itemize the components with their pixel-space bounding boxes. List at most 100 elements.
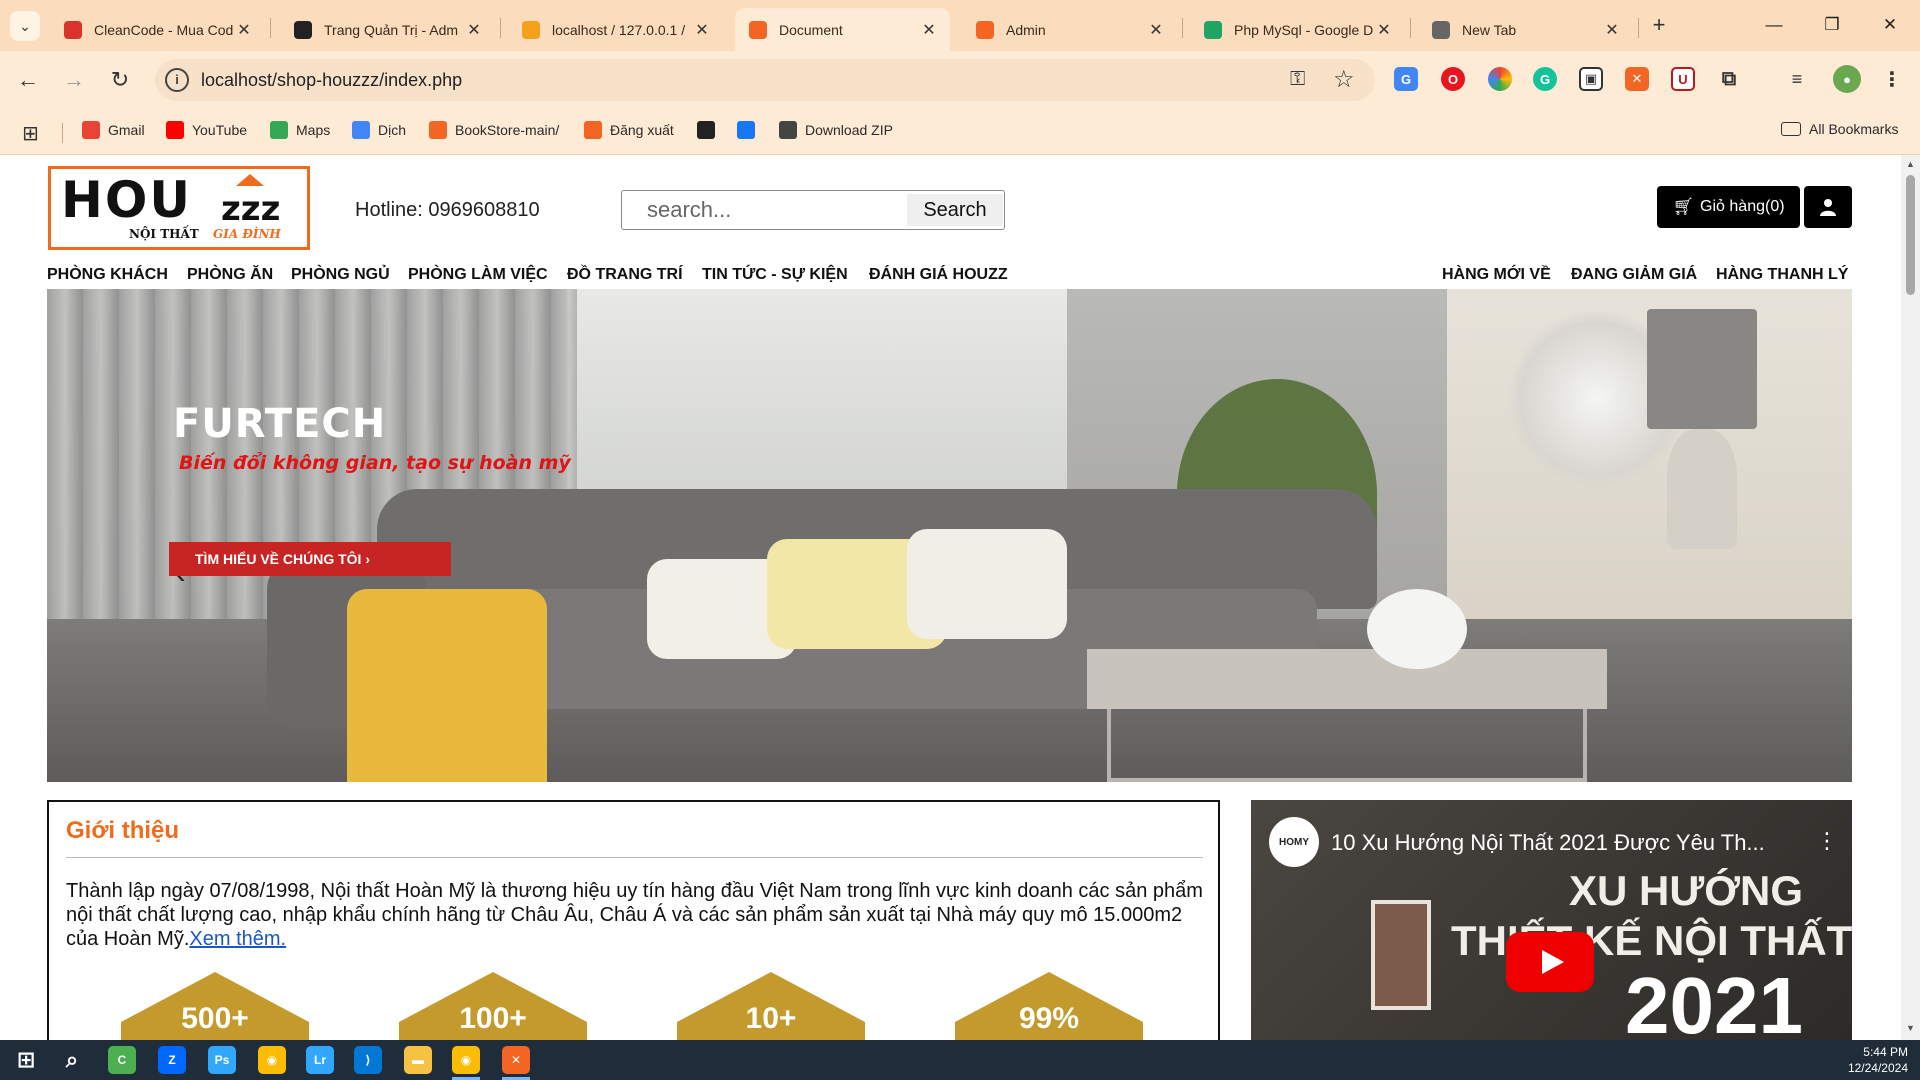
nav-menu-item[interactable]: ĐANG GIẢM GIÁ (1571, 266, 1697, 284)
scroll-up-icon[interactable]: ▲ (1906, 159, 1915, 169)
browser-tab[interactable]: Php MySql - Google D ✕ (1190, 8, 1405, 51)
bookmark-label: Đăng xuất (610, 122, 674, 138)
chrome-icon[interactable]: ◉ (258, 1046, 286, 1074)
tab-close-icon[interactable]: ✕ (693, 20, 711, 40)
bookmark-item[interactable] (697, 121, 723, 139)
extensions-puzzle-icon[interactable]: ⧉ (1717, 67, 1741, 91)
google-drive-favicon (1204, 20, 1222, 39)
bookmark-item[interactable]: Đăng xuất (584, 121, 674, 139)
minimize-icon[interactable]: — (1754, 10, 1794, 40)
chrome-favicon (1432, 20, 1450, 39)
bookmark-item[interactable] (737, 121, 763, 139)
scrollbar-thumb[interactable] (1906, 175, 1915, 295)
tab-close-icon[interactable]: ✕ (1147, 20, 1165, 40)
tab-close-icon[interactable]: ✕ (1603, 20, 1621, 40)
tab-search-menu-icon[interactable]: ⌄ (10, 11, 40, 41)
apps-grid-icon[interactable]: ⊞ (22, 121, 39, 146)
cart-button[interactable]: 🛒︎ Giỏ hàng(0) (1657, 186, 1800, 228)
nav-menu-item[interactable]: HÀNG THANH LÝ (1716, 266, 1848, 284)
nav-menu-item[interactable]: TIN TỨC - SỰ KIỆN (702, 266, 848, 284)
grammarly-extension-icon[interactable]: G (1533, 67, 1557, 91)
browser-tab[interactable]: Trang Quản Trị - Adm ✕ (280, 8, 495, 51)
bookmarks-separator (62, 123, 63, 143)
media-control-icon[interactable]: ≡ (1785, 67, 1809, 91)
system-clock[interactable]: 5:44 PM 12/24/2024 (1838, 1044, 1908, 1076)
hero-carousel[interactable]: FURTECH Biến đổi không gian, tạo sự hoàn… (47, 289, 1852, 782)
browser-toolbar: ← → ↻ i localhost/shop-houzzz/index.php … (0, 51, 1920, 109)
hero-blanket (347, 589, 547, 782)
about-us-button[interactable]: TÌM HIỂU VỀ CHÚNG TÔI › (169, 542, 451, 576)
browser-tab[interactable]: localhost / 127.0.0.1 / ✕ (508, 8, 723, 51)
browser-tab[interactable]: Admin ✕ (962, 8, 1177, 51)
youtube-play-icon[interactable] (1506, 932, 1594, 992)
tab-close-icon[interactable]: ✕ (1375, 20, 1393, 40)
browser-tab[interactable]: CleanCode - Mua Cod ✕ (50, 8, 265, 51)
zalo-icon[interactable]: Z (158, 1046, 186, 1074)
file-explorer-icon[interactable]: ▬ (404, 1046, 432, 1074)
search-button[interactable]: Search (907, 194, 1003, 226)
restore-icon[interactable]: ❐ (1812, 10, 1852, 40)
search-icon[interactable]: ⌕ (58, 1046, 86, 1074)
pocket-extension-icon[interactable]: U (1671, 67, 1695, 91)
address-url[interactable]: localhost/shop-houzzz/index.php (201, 70, 462, 91)
lightroom-icon[interactable]: Lr (306, 1046, 334, 1074)
adblock-extension-icon[interactable]: O (1441, 67, 1465, 91)
browser-tab[interactable]: Document ✕ (735, 8, 950, 51)
browser-menu-icon[interactable]: ⋮ (1880, 67, 1904, 91)
nav-menu-item[interactable]: ĐỒ TRANG TRÍ (567, 266, 683, 284)
photoshop-icon[interactable]: Ps (208, 1046, 236, 1074)
reload-icon[interactable]: ↻ (104, 64, 136, 96)
hero-coffee-table (1087, 649, 1607, 709)
bookmark-item[interactable]: Download ZIP (779, 121, 893, 139)
video-title[interactable]: 10 Xu Hướng Nội Thất 2021 Được Yêu Th... (1331, 830, 1765, 856)
user-account-button[interactable] (1804, 186, 1852, 228)
site-info-icon[interactable]: i (165, 68, 189, 92)
youtube-video-embed[interactable]: XU HƯỚNG THIẾT KẾ NỘI THẤT 2021 HOMY 10 … (1251, 800, 1852, 1040)
forward-icon[interactable]: → (58, 64, 90, 96)
search-input[interactable] (622, 191, 906, 229)
bookmark-item[interactable]: YouTube (166, 121, 247, 139)
nav-menu-item[interactable]: PHÒNG ĂN (187, 266, 273, 284)
youtube-icon (166, 121, 184, 139)
nav-menu-item[interactable]: PHÒNG KHÁCH (47, 266, 168, 284)
scroll-down-icon[interactable]: ▼ (1906, 1023, 1915, 1033)
nav-menu-item[interactable]: HÀNG MỚI VỀ (1442, 266, 1551, 284)
nav-menu-item[interactable]: ĐÁNH GIÁ HOUZZ (869, 266, 1008, 284)
profile-avatar[interactable]: ● (1833, 65, 1861, 93)
cococ-icon[interactable]: C (108, 1046, 136, 1074)
bookmark-item[interactable]: BookStore-main/ (429, 121, 559, 139)
chrome-icon[interactable]: ◉ (452, 1046, 480, 1074)
browser-tab[interactable]: New Tab ✕ (1418, 8, 1633, 51)
password-key-icon[interactable]: ⚿ (1290, 68, 1305, 91)
nav-menu-item[interactable]: PHÒNG LÀM VIỆC (408, 266, 548, 284)
tab-close-icon[interactable]: ✕ (465, 20, 483, 40)
color-picker-extension-icon[interactable] (1488, 67, 1512, 91)
bookmark-item[interactable]: Dịch (352, 121, 406, 139)
xampp-extension-icon[interactable]: ✕ (1625, 67, 1649, 91)
stat-badge: 99% (955, 972, 1143, 1040)
video-more-icon[interactable]: ⋮ (1816, 828, 1838, 854)
bookmark-item[interactable]: Gmail (82, 121, 145, 139)
back-icon[interactable]: ← (12, 64, 44, 96)
google-translate-extension-icon[interactable]: G (1394, 67, 1418, 91)
channel-avatar[interactable]: HOMY (1269, 817, 1319, 867)
bookmark-label: Maps (296, 122, 331, 138)
bookmark-item[interactable]: Maps (270, 121, 330, 139)
xampp-icon[interactable]: ✕ (502, 1046, 530, 1074)
new-tab-button[interactable]: + (1645, 12, 1673, 40)
tab-close-icon[interactable]: ✕ (235, 20, 253, 40)
read-more-link[interactable]: Xem thêm. (189, 928, 286, 950)
address-bar[interactable]: i localhost/shop-houzzz/index.php ⚿ ☆ (155, 59, 1375, 101)
close-window-icon[interactable]: ✕ (1870, 10, 1910, 40)
page-scrollbar[interactable]: ▲ ▼ (1901, 155, 1920, 1040)
github-icon (697, 121, 715, 139)
all-bookmarks-folder[interactable]: All Bookmarks (1781, 121, 1898, 137)
bookmark-star-icon[interactable]: ☆ (1333, 65, 1355, 94)
vscode-icon[interactable]: ⟩ (354, 1046, 382, 1074)
nav-menu-item[interactable]: PHÒNG NGỦ (291, 266, 390, 284)
windows-taskbar: ⊞ ⌕ C Z Ps ◉ Lr ⟩ ▬ ◉ ✕ 5:44 PM 12/24/2024 (0, 1040, 1920, 1080)
site-logo[interactable]: HOU zzz NỘI THẤT GIA ĐÌNH (48, 166, 310, 250)
tab-close-icon[interactable]: ✕ (920, 20, 938, 40)
image-extension-icon[interactable]: ▣ (1579, 67, 1603, 91)
windows-start-icon[interactable]: ⊞ (12, 1046, 40, 1074)
